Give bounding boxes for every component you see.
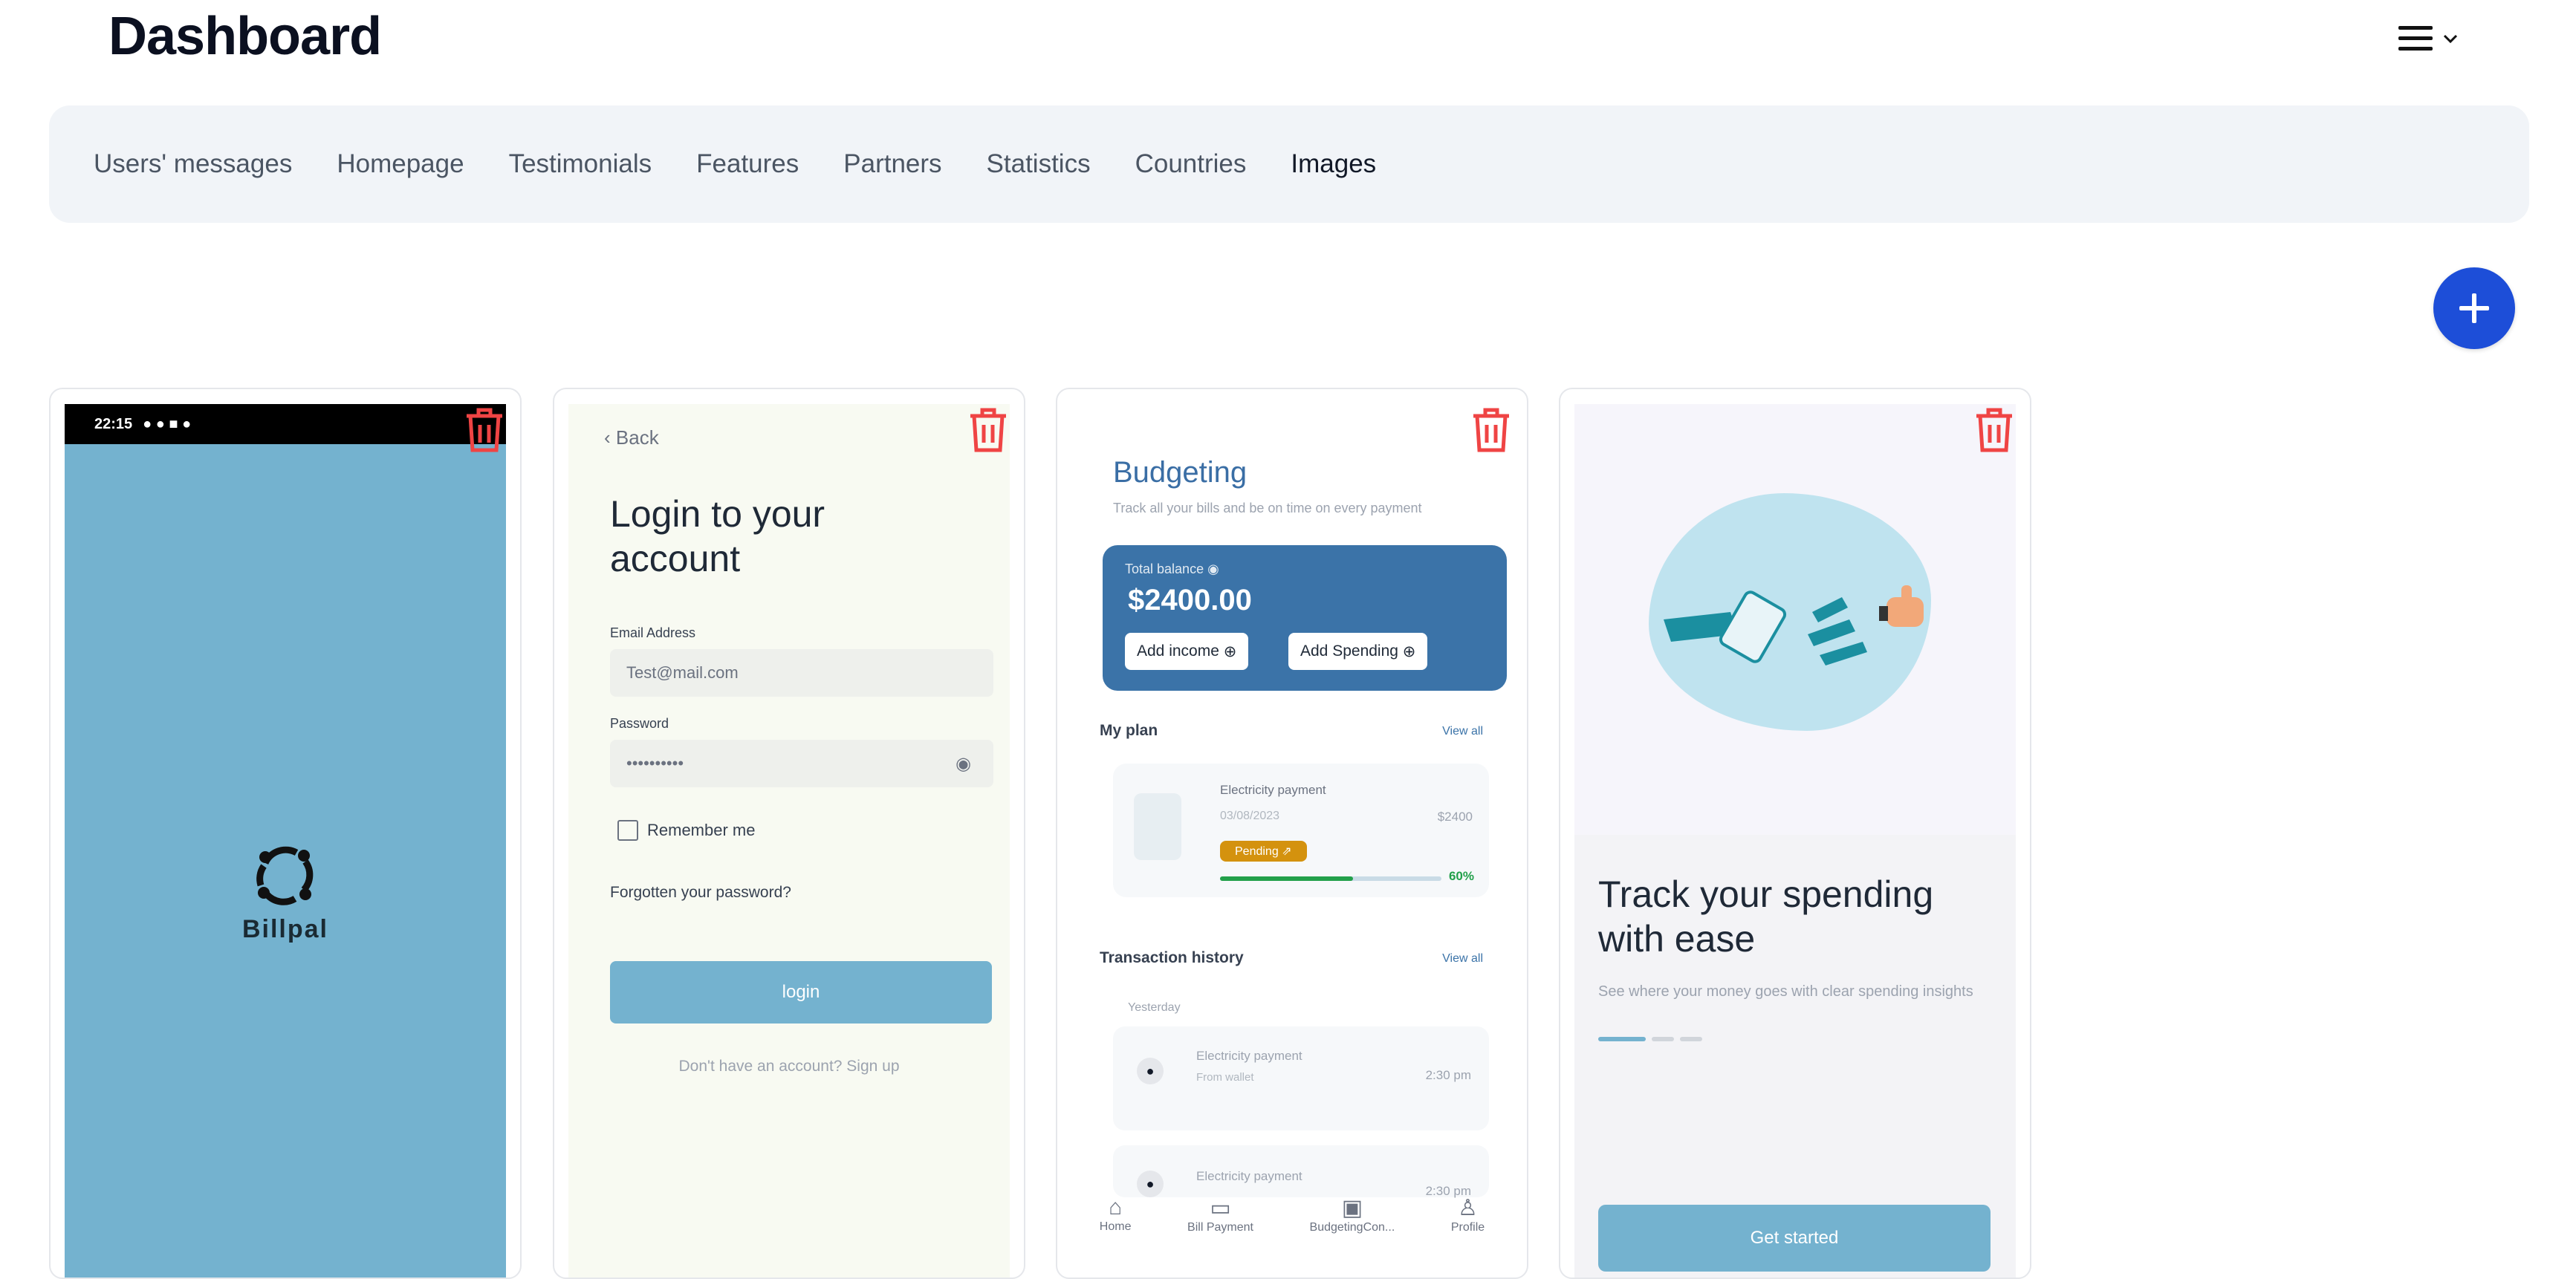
nav-home: ⌂ Home bbox=[1099, 1195, 1132, 1233]
plan-date: 03/08/2023 bbox=[1220, 810, 1280, 822]
onboarding-title: Track your spending with ease bbox=[1598, 873, 1934, 960]
get-started-button-preview: Get started bbox=[1598, 1205, 1991, 1272]
budget-subtitle: Track all your bills and be on time on e… bbox=[1113, 501, 1422, 515]
plus-circle-icon: ⊕ bbox=[1223, 642, 1237, 660]
user-icon: ♙ bbox=[1458, 1196, 1478, 1220]
total-balance-amount: $2400.00 bbox=[1128, 584, 1252, 616]
transaction-name: Electricity payment bbox=[1196, 1169, 1302, 1183]
status-time: 22:15 bbox=[94, 415, 133, 432]
transaction-time: 2:30 pm bbox=[1425, 1068, 1471, 1082]
splash-brand: Billpal bbox=[241, 915, 329, 943]
page-title: Dashboard bbox=[108, 7, 382, 66]
trash-icon[interactable] bbox=[1469, 406, 1514, 455]
indicator-active bbox=[1598, 1037, 1646, 1041]
trash-icon[interactable] bbox=[462, 406, 507, 455]
image-card: Budgeting Track all your bills and be on… bbox=[1056, 388, 1528, 1279]
tab-features[interactable]: Features bbox=[696, 149, 799, 179]
add-spending-chip: Add Spending ⊕ bbox=[1288, 633, 1428, 670]
transaction-icon: ● bbox=[1137, 1058, 1164, 1084]
status-badge: Pending ⇗ bbox=[1220, 841, 1307, 862]
bottom-nav: ⌂ Home ▭ Bill Payment ▣ BudgetingCon... ♙ Pr… bbox=[1071, 1195, 1513, 1234]
yesterday-label: Yesterday bbox=[1128, 1001, 1181, 1014]
image-preview-splash: 22:15 ● ● ■ ● Billpal bbox=[65, 404, 506, 1278]
view-all-link: View all bbox=[1442, 725, 1483, 738]
plan-illustration-icon bbox=[1134, 793, 1181, 860]
plan-progress-fill bbox=[1220, 876, 1353, 881]
card-icon: ▭ bbox=[1210, 1196, 1231, 1220]
image-card: ‹ Back Login to your account Email Addre… bbox=[553, 388, 1025, 1279]
billpal-logo-icon bbox=[256, 846, 314, 905]
password-label: Password bbox=[610, 716, 669, 731]
tabs-bar: Users' messages Homepage Testimonials Fe… bbox=[49, 105, 2529, 223]
tab-users-messages[interactable]: Users' messages bbox=[94, 149, 292, 179]
indicator-dot bbox=[1680, 1037, 1702, 1041]
forgot-password-link: Forgotten your password? bbox=[610, 884, 791, 901]
home-icon: ⌂ bbox=[1109, 1195, 1123, 1220]
plan-name: Electricity payment bbox=[1220, 783, 1326, 797]
signup-link: Don't have an account? Sign up bbox=[678, 1058, 900, 1075]
plan-amount: $2400 bbox=[1437, 810, 1473, 824]
payment-illustration-icon bbox=[1664, 585, 1924, 665]
transaction-row: ● Electricity payment 2:30 pm bbox=[1113, 1145, 1489, 1198]
eye-icon: ◉ bbox=[1207, 562, 1219, 576]
tab-partners[interactable]: Partners bbox=[843, 149, 941, 179]
nav-budgeting: ▣ BudgetingCon... bbox=[1309, 1196, 1395, 1234]
tab-testimonials[interactable]: Testimonials bbox=[509, 149, 652, 179]
tab-images[interactable]: Images bbox=[1291, 149, 1376, 179]
login-title: Login to your account bbox=[610, 493, 825, 579]
indicator-dot bbox=[1652, 1037, 1674, 1041]
nav-bill-payment: ▭ Bill Payment bbox=[1187, 1196, 1253, 1234]
password-field: •••••••••• ◉ bbox=[610, 740, 993, 787]
balance-card: Total balance ◉ $2400.00 Add income ⊕ Ad… bbox=[1103, 545, 1507, 691]
status-dots-icon: ● ● ■ ● bbox=[143, 415, 192, 432]
transaction-source: From wallet bbox=[1196, 1071, 1254, 1084]
trash-icon[interactable] bbox=[1972, 406, 2017, 455]
transaction-icon: ● bbox=[1137, 1171, 1164, 1197]
onboarding-subtitle: See where your money goes with clear spe… bbox=[1598, 983, 1973, 1000]
plan-progress-track bbox=[1220, 876, 1441, 881]
add-income-chip: Add income ⊕ bbox=[1125, 633, 1249, 670]
transaction-history-heading: Transaction history bbox=[1100, 949, 1244, 966]
budget-title: Budgeting bbox=[1113, 456, 1248, 489]
tab-statistics[interactable]: Statistics bbox=[987, 149, 1091, 179]
hamburger-menu-icon bbox=[2398, 26, 2433, 51]
eye-icon: ◉ bbox=[956, 753, 971, 774]
wallet-icon: ▣ bbox=[1341, 1196, 1363, 1220]
plan-card: Electricity payment 03/08/2023 $2400 Pen… bbox=[1113, 764, 1489, 897]
email-field: Test@mail.com bbox=[610, 649, 993, 697]
back-link: ‹ Back bbox=[604, 426, 659, 449]
plus-circle-icon: ⊕ bbox=[1402, 642, 1416, 660]
tab-countries[interactable]: Countries bbox=[1135, 149, 1247, 179]
total-balance-label: Total balance ◉ bbox=[1125, 562, 1219, 576]
image-preview-budgeting: Budgeting Track all your bills and be on… bbox=[1071, 404, 1513, 1278]
transaction-row: ● Electricity payment From wallet 2:30 p… bbox=[1113, 1026, 1489, 1130]
password-value: •••••••••• bbox=[626, 754, 684, 772]
my-plan-heading: My plan bbox=[1100, 722, 1158, 739]
trash-icon[interactable] bbox=[966, 406, 1010, 455]
image-card: Track your spending with ease See where … bbox=[1559, 388, 2031, 1279]
remember-me: Remember me bbox=[617, 820, 755, 841]
login-button-preview: login bbox=[610, 961, 992, 1023]
menu-button[interactable] bbox=[2398, 16, 2473, 61]
image-preview-onboarding: Track your spending with ease See where … bbox=[1574, 404, 2016, 1278]
chevron-down-icon bbox=[2443, 34, 2458, 44]
add-image-button[interactable] bbox=[2433, 267, 2515, 349]
page-indicator bbox=[1598, 1037, 1702, 1041]
nav-profile: ♙ Profile bbox=[1450, 1196, 1485, 1234]
email-label: Email Address bbox=[610, 625, 696, 640]
transaction-name: Electricity payment bbox=[1196, 1049, 1302, 1063]
status-bar: 22:15 ● ● ■ ● bbox=[65, 404, 506, 444]
tab-homepage[interactable]: Homepage bbox=[337, 149, 464, 179]
plan-progress-label: 60% bbox=[1448, 869, 1474, 883]
view-all-link: View all bbox=[1442, 952, 1483, 965]
image-card: 22:15 ● ● ■ ● Billpal bbox=[49, 388, 522, 1279]
plus-icon bbox=[2459, 293, 2489, 323]
image-preview-login: ‹ Back Login to your account Email Addre… bbox=[568, 404, 1010, 1278]
checkbox-icon bbox=[617, 820, 638, 841]
onboarding-illustration-area bbox=[1574, 404, 2016, 835]
